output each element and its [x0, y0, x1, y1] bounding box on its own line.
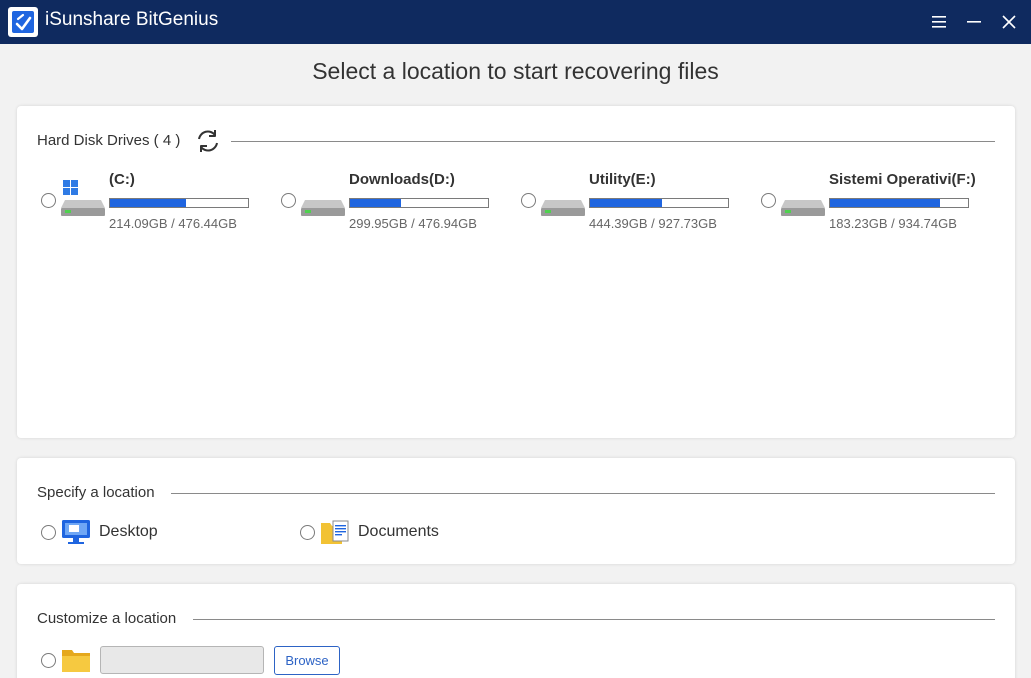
drive-usage-fill	[110, 199, 186, 207]
customize-location-panel: Customize a location Browse	[17, 584, 1015, 678]
hard-disk-divider	[231, 141, 995, 142]
desktop-icon	[61, 518, 91, 546]
location-item-desktop[interactable]: Desktop	[37, 518, 237, 548]
drive-usage-fill	[350, 199, 402, 207]
drive-name: Sistemi Operativi(F:)	[829, 171, 976, 188]
drive-usage-bar	[829, 198, 969, 208]
hard-drive-icon	[541, 180, 585, 216]
app-title: iSunshare BitGenius	[45, 9, 219, 30]
drive-radio[interactable]	[761, 193, 776, 208]
customize-divider	[193, 619, 995, 620]
drive-usage-bar	[109, 198, 249, 208]
drive-item-d[interactable]: Downloads(D:) 299.95GB / 476.94GB	[277, 170, 517, 240]
drive-radio[interactable]	[41, 193, 56, 208]
custom-location-radio[interactable]	[41, 653, 56, 668]
desktop-radio[interactable]	[41, 525, 56, 540]
refresh-icon[interactable]	[193, 126, 223, 156]
drive-size: 214.09GB / 476.44GB	[109, 216, 237, 231]
drive-size: 183.23GB / 934.74GB	[829, 216, 957, 231]
app-logo-icon	[8, 7, 38, 37]
hard-disk-panel: Hard Disk Drives ( 4 ) (C:) 214.09GB / 4…	[17, 106, 1015, 438]
custom-path-input[interactable]	[100, 646, 264, 674]
drive-usage-fill	[590, 199, 662, 207]
page-heading: Select a location to start recovering fi…	[312, 58, 719, 84]
title-bar: iSunshare BitGenius	[0, 0, 1031, 44]
hard-drive-icon	[301, 180, 345, 216]
drive-usage-fill	[830, 199, 941, 207]
location-label: Documents	[358, 523, 439, 540]
drive-item-c[interactable]: (C:) 214.09GB / 476.44GB	[37, 170, 277, 240]
specify-divider	[171, 493, 995, 494]
drive-name: Downloads(D:)	[349, 171, 455, 188]
specify-location-title: Specify a location	[37, 484, 155, 501]
windows-drive-icon	[61, 180, 105, 216]
drive-item-f[interactable]: Sistemi Operativi(F:) 183.23GB / 934.74G…	[757, 170, 997, 240]
drive-item-e[interactable]: Utility(E:) 444.39GB / 927.73GB	[517, 170, 757, 240]
minimize-icon[interactable]	[961, 9, 987, 35]
close-icon[interactable]	[996, 9, 1022, 35]
drive-radio[interactable]	[521, 193, 536, 208]
drive-name: (C:)	[109, 171, 135, 188]
drive-size: 299.95GB / 476.94GB	[349, 216, 477, 231]
specify-location-panel: Specify a location Desktop Documents	[17, 458, 1015, 564]
drive-usage-bar	[589, 198, 729, 208]
location-label: Desktop	[99, 523, 158, 540]
drive-name: Utility(E:)	[589, 171, 656, 188]
folder-icon	[61, 646, 91, 674]
browse-button[interactable]: Browse	[274, 646, 340, 675]
documents-radio[interactable]	[300, 525, 315, 540]
drive-size: 444.39GB / 927.73GB	[589, 216, 717, 231]
location-item-documents[interactable]: Documents	[296, 518, 496, 548]
drive-usage-bar	[349, 198, 489, 208]
hard-drive-icon	[781, 180, 825, 216]
customize-location-title: Customize a location	[37, 610, 177, 627]
hard-disk-title: Hard Disk Drives ( 4 )	[37, 132, 181, 149]
menu-icon[interactable]	[926, 9, 952, 35]
documents-folder-icon	[320, 518, 350, 546]
drive-radio[interactable]	[281, 193, 296, 208]
